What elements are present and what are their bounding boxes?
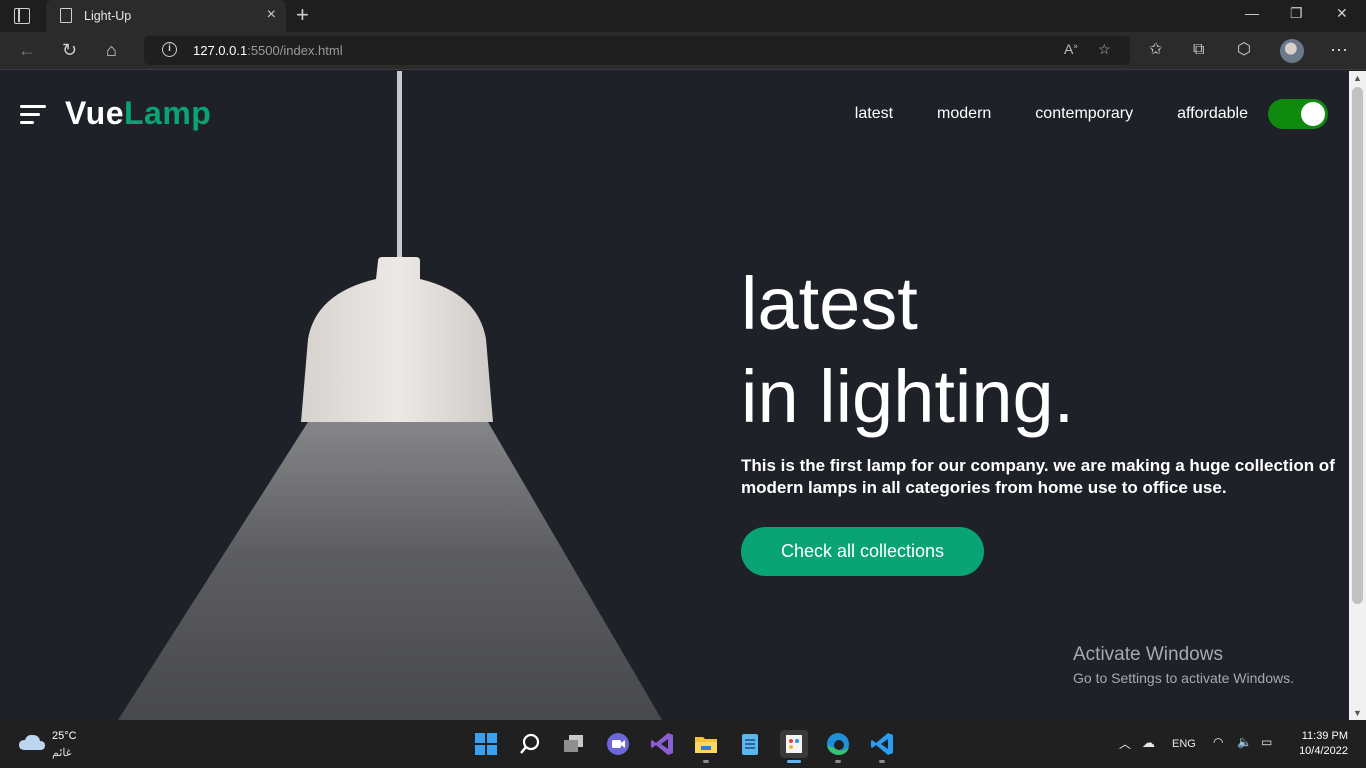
notepad-icon[interactable] [736,730,764,758]
lamp-illustration [118,71,662,720]
vscode-icon[interactable] [868,730,896,758]
file-explorer-icon[interactable] [692,730,720,758]
onedrive-cloud-icon[interactable]: ☁ [1142,735,1155,751]
search-icon[interactable] [516,730,544,758]
nav-link-contemporary[interactable]: contemporary [1035,105,1133,123]
headline-line-1: latest [741,262,918,345]
lamp-cord [397,71,402,259]
cloud-weather-icon[interactable] [18,733,46,751]
scroll-down-arrow-icon[interactable]: ▼ [1353,708,1362,718]
weather-temperature: 25°C [52,730,77,742]
close-window-icon[interactable]: ✕ [1336,5,1348,22]
chevron-up-icon[interactable]: ︿ [1119,735,1131,752]
hamburger-menu-icon[interactable] [20,105,46,125]
volume-icon[interactable]: 🔈 [1237,735,1252,749]
theme-toggle[interactable] [1268,99,1328,129]
edge-running-indicator [835,760,841,763]
language-indicator[interactable]: ENG [1172,738,1196,750]
weather-condition: غائم [52,747,72,759]
add-favorite-icon[interactable]: ☆ [1098,41,1111,58]
explorer-running-indicator [703,760,709,763]
logo-lamp-text: Lamp [124,95,212,131]
browser-tab-strip: Light-Up × + — ❐ ✕ [0,0,1366,32]
check-collections-button[interactable]: Check all collections [741,527,984,576]
page-viewport: VueLamp latest modern contemporary affor… [0,71,1349,720]
hero-headline: latest in lighting. [741,257,1074,443]
activate-windows-watermark: Activate Windows Go to Settings to activ… [1073,644,1294,686]
watermark-title: Activate Windows [1073,644,1223,665]
vscode-running-indicator [879,760,885,763]
new-tab-button[interactable]: + [296,2,309,28]
page-icon [60,8,72,23]
browser-toolbar: ← ↻ ⌂ i 127.0.0.1:5500/index.html A» ☆ ✩… [0,32,1366,70]
battery-icon[interactable]: ▭ [1261,735,1272,749]
clock-time: 11:39 PM [1301,730,1348,742]
browser-tab[interactable]: Light-Up × [46,0,286,32]
watermark-subtitle: Go to Settings to activate Windows. [1073,670,1294,686]
nav-link-latest[interactable]: latest [855,105,893,123]
tab-actions-icon[interactable] [14,8,30,24]
system-clock[interactable]: 11:39 PM 10/4/2022 [1290,729,1348,759]
headline-line-2: in lighting. [741,355,1075,438]
toggle-knob [1301,102,1325,126]
profile-avatar[interactable] [1280,39,1304,63]
main-nav: latest modern contemporary affordable [855,105,1248,123]
teams-chat-icon[interactable] [604,730,632,758]
nav-link-modern[interactable]: modern [937,105,991,123]
windows-taskbar: 25°C غائم ︿ ☁ ENG ◠ 🔈 ▭ 11:39 PM 10/4/20… [0,720,1366,768]
scroll-up-arrow-icon[interactable]: ▲ [1353,73,1362,83]
edge-icon[interactable] [824,730,852,758]
clock-date: 10/4/2022 [1299,745,1348,757]
paint-icon[interactable] [780,730,808,758]
lamp-shade [301,257,493,422]
site-info-icon[interactable]: i [162,42,177,57]
logo[interactable]: VueLamp [65,95,211,132]
more-options-icon[interactable]: ⋯ [1330,40,1348,60]
nav-link-affordable[interactable]: affordable [1177,105,1248,123]
close-tab-icon[interactable]: × [267,6,276,24]
browser-essentials-icon[interactable]: ⬡ [1237,40,1251,60]
home-icon[interactable]: ⌂ [106,40,117,60]
wifi-icon[interactable]: ◠ [1213,735,1223,749]
page-scrollbar[interactable]: ▲ ▼ [1349,71,1366,720]
refresh-icon[interactable]: ↻ [62,40,77,60]
url-text: 127.0.0.1:5500/index.html [193,43,343,58]
logo-vue-text: Vue [65,95,124,131]
windows-start-icon[interactable] [472,730,500,758]
address-bar[interactable]: i 127.0.0.1:5500/index.html A» ☆ [144,36,1130,65]
favorites-icon[interactable]: ✩ [1149,40,1162,60]
paint-active-indicator [787,760,801,763]
back-icon[interactable]: ← [18,40,36,60]
tab-title: Light-Up [84,9,132,23]
restore-icon[interactable]: ❐ [1290,5,1303,22]
collections-icon[interactable]: ⧉ [1193,40,1204,60]
scroll-thumb[interactable] [1352,87,1363,604]
minimize-icon[interactable]: — [1245,5,1259,21]
hero-description: This is the first lamp for our company. … [741,456,1335,497]
light-beam [118,422,662,720]
read-aloud-icon[interactable]: A» [1064,41,1078,57]
task-view-icon[interactable] [560,730,588,758]
visual-studio-icon[interactable] [648,730,676,758]
